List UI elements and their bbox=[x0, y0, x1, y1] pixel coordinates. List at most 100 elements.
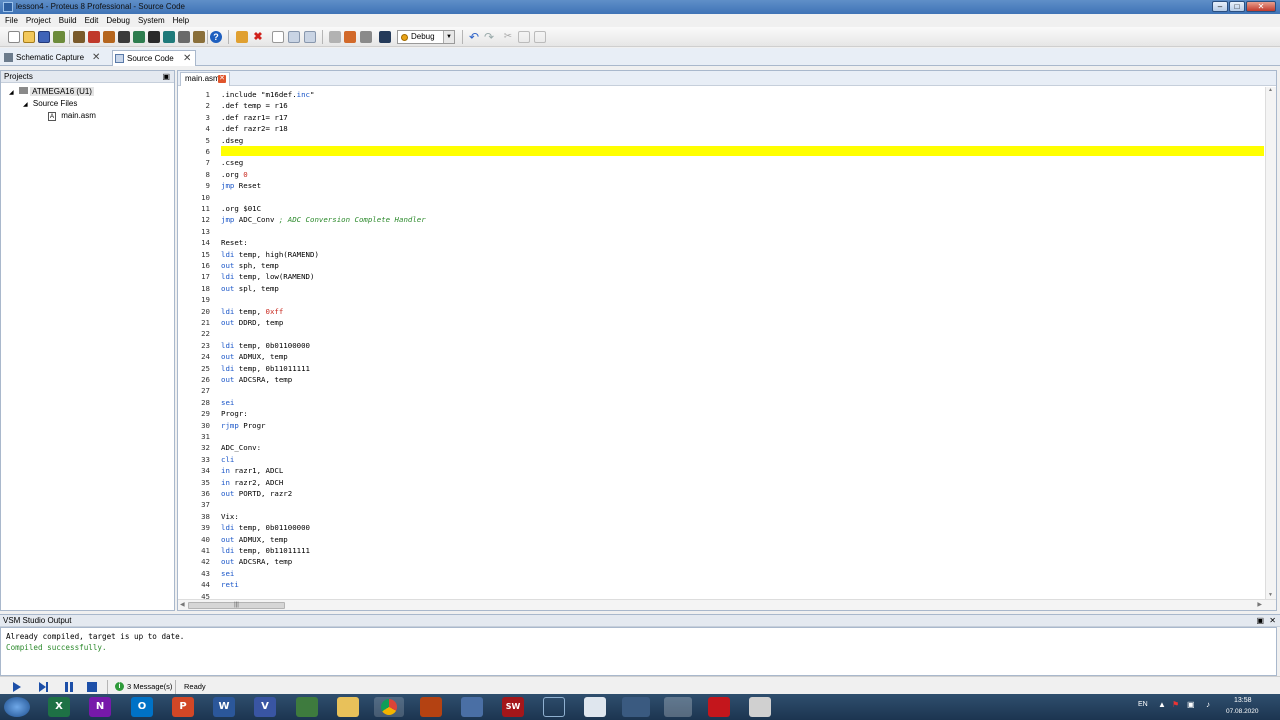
menu-debug[interactable]: Debug bbox=[106, 14, 130, 27]
pcb-icon[interactable] bbox=[148, 31, 160, 43]
cut-icon[interactable]: ✂ bbox=[502, 31, 514, 43]
chip-icon[interactable] bbox=[379, 31, 391, 43]
play-icon[interactable] bbox=[13, 682, 21, 692]
step-icon[interactable] bbox=[38, 681, 49, 692]
menu-file[interactable]: File bbox=[5, 14, 18, 27]
schematic-icon[interactable] bbox=[88, 31, 100, 43]
open-folder-icon[interactable] bbox=[23, 31, 35, 43]
tab-source-code[interactable]: Source Code ✕ bbox=[112, 50, 196, 66]
code-line[interactable]: out ADMUX, temp bbox=[221, 534, 288, 545]
code-line[interactable]: sei bbox=[221, 397, 234, 408]
code-line[interactable]: in razr2, ADCH bbox=[221, 477, 283, 488]
code-line[interactable]: .include "m16def.inc" bbox=[221, 89, 314, 100]
close-button[interactable]: ✕ bbox=[1246, 1, 1276, 12]
code-line[interactable]: out PORTD, razr2 bbox=[221, 488, 292, 499]
build-icon[interactable] bbox=[329, 31, 341, 43]
pin-icon[interactable]: ▣ bbox=[1256, 615, 1264, 627]
onenote-icon[interactable]: N bbox=[89, 697, 111, 717]
matlab-icon[interactable] bbox=[420, 697, 442, 717]
code-line[interactable]: ldi temp, 0b11011111 bbox=[221, 545, 310, 556]
code-line[interactable]: ldi temp, low(RAMEND) bbox=[221, 271, 314, 282]
maximize-button[interactable]: □ bbox=[1229, 1, 1245, 12]
clock-time[interactable]: 13:58 bbox=[1234, 697, 1252, 704]
file-explorer-icon[interactable] bbox=[337, 697, 359, 717]
start-button[interactable] bbox=[4, 697, 30, 717]
scroll-right-icon[interactable]: ▶ bbox=[1257, 601, 1262, 608]
visio-icon[interactable]: V bbox=[254, 697, 276, 717]
home-icon[interactable] bbox=[73, 31, 85, 43]
tree-node-folder[interactable]: ◢ Source Files bbox=[23, 99, 77, 108]
window-icon[interactable] bbox=[584, 697, 606, 717]
undo-icon[interactable]: ↶ bbox=[468, 31, 480, 43]
menu-project[interactable]: Project bbox=[26, 14, 51, 27]
save-icon[interactable] bbox=[38, 31, 50, 43]
scroll-left-icon[interactable]: ◀ bbox=[180, 601, 185, 608]
code-line[interactable]: .org $01C bbox=[221, 203, 261, 214]
code-line[interactable]: ldi temp, 0b01100000 bbox=[221, 340, 310, 351]
code-editor[interactable]: main.asm ✕ 1 2 3 4 5 6 7 8 9 10 11 12 13 14 15 16 17 18 19… bbox=[177, 70, 1277, 611]
code-line[interactable]: .dseg bbox=[221, 135, 243, 146]
new-source-icon[interactable] bbox=[272, 31, 284, 43]
code-line[interactable]: out ADCSRA, temp bbox=[221, 374, 292, 385]
scroll-up-icon[interactable]: ▲ bbox=[1268, 87, 1273, 93]
vertical-scrollbar[interactable]: ▲ ▼ bbox=[1265, 87, 1276, 599]
help-icon[interactable]: ? bbox=[210, 31, 222, 43]
code-line[interactable]: ldi temp, high(RAMEND) bbox=[221, 249, 319, 260]
code-line[interactable]: out spl, temp bbox=[221, 283, 279, 294]
import-icon[interactable] bbox=[53, 31, 65, 43]
code-line[interactable]: .cseg bbox=[221, 157, 243, 168]
word-icon[interactable]: W bbox=[213, 697, 235, 717]
outlook-icon[interactable]: O bbox=[131, 697, 153, 717]
tree-node-project[interactable]: ◢ ATMEGA16 (U1) bbox=[9, 87, 94, 96]
proteus-icon[interactable] bbox=[664, 697, 692, 717]
code-area[interactable]: .include "m16def.inc" .def temp = r16 .def… bbox=[221, 87, 1264, 596]
powerpoint-icon[interactable]: P bbox=[172, 697, 194, 717]
build-config-select[interactable]: Debug ▼ bbox=[397, 30, 455, 44]
menu-help[interactable]: Help bbox=[173, 14, 189, 27]
close-project-icon[interactable]: ✖ bbox=[252, 31, 264, 43]
redo-icon[interactable]: ↷ bbox=[483, 31, 495, 43]
volume-icon[interactable]: ♪ bbox=[1206, 700, 1210, 709]
code-line[interactable]: sei bbox=[221, 568, 234, 579]
code-line[interactable]: Vix: bbox=[221, 511, 239, 522]
minimize-button[interactable]: – bbox=[1212, 1, 1228, 12]
notes-icon[interactable] bbox=[193, 31, 205, 43]
code-line[interactable]: ldi temp, 0b01100000 bbox=[221, 522, 310, 533]
gear-icon[interactable] bbox=[103, 31, 115, 43]
code-line[interactable]: rjmp Progr bbox=[221, 420, 266, 431]
expand-icon[interactable]: ◢ bbox=[23, 102, 28, 108]
code-line[interactable]: Progr: bbox=[221, 408, 248, 419]
menu-system[interactable]: System bbox=[138, 14, 165, 27]
close-icon[interactable]: ✕ bbox=[92, 50, 100, 65]
bom-icon[interactable] bbox=[133, 31, 145, 43]
code-line[interactable]: jmp ADC_Conv ; ADC Conversion Complete H… bbox=[221, 214, 426, 225]
code-line[interactable]: .org 0 bbox=[221, 169, 248, 180]
acrobat-icon[interactable] bbox=[708, 697, 730, 717]
app-icon[interactable] bbox=[296, 697, 318, 717]
code-line[interactable]: .def temp = r16 bbox=[221, 100, 288, 111]
calculator-icon[interactable] bbox=[749, 697, 771, 717]
excel-icon[interactable]: X bbox=[48, 697, 70, 717]
horizontal-scrollbar[interactable]: ◀ ||| ▶ bbox=[178, 599, 1276, 610]
language-indicator[interactable]: EN bbox=[1138, 701, 1148, 708]
close-icon[interactable]: ✕ bbox=[218, 75, 226, 83]
new-file-icon[interactable] bbox=[8, 31, 20, 43]
network-icon[interactable] bbox=[461, 697, 483, 717]
chevron-up-icon[interactable]: ▲ bbox=[1158, 700, 1166, 709]
tab-schematic-capture[interactable]: Schematic Capture ✕ bbox=[2, 50, 104, 66]
code-line[interactable]: ADC_Conv: bbox=[221, 442, 261, 453]
add-source-icon[interactable] bbox=[288, 31, 300, 43]
chevron-down-icon[interactable]: ▼ bbox=[443, 31, 454, 43]
code-line[interactable]: out sph, temp bbox=[221, 260, 279, 271]
gerber-icon[interactable] bbox=[178, 31, 190, 43]
menu-build[interactable]: Build bbox=[59, 14, 77, 27]
code-line[interactable]: out DDRD, temp bbox=[221, 317, 283, 328]
message-count[interactable]: 3 Message(s) bbox=[127, 682, 172, 691]
clock-date[interactable]: 07.08.2020 bbox=[1226, 708, 1259, 715]
menu-edit[interactable]: Edit bbox=[85, 14, 99, 27]
flag-icon[interactable]: ⚑ bbox=[1172, 700, 1179, 709]
code-line[interactable]: .def razr1= r17 bbox=[221, 112, 288, 123]
close-icon[interactable]: ✕ bbox=[183, 51, 191, 66]
clean-icon[interactable] bbox=[360, 31, 372, 43]
expand-icon[interactable]: ◢ bbox=[9, 90, 14, 96]
